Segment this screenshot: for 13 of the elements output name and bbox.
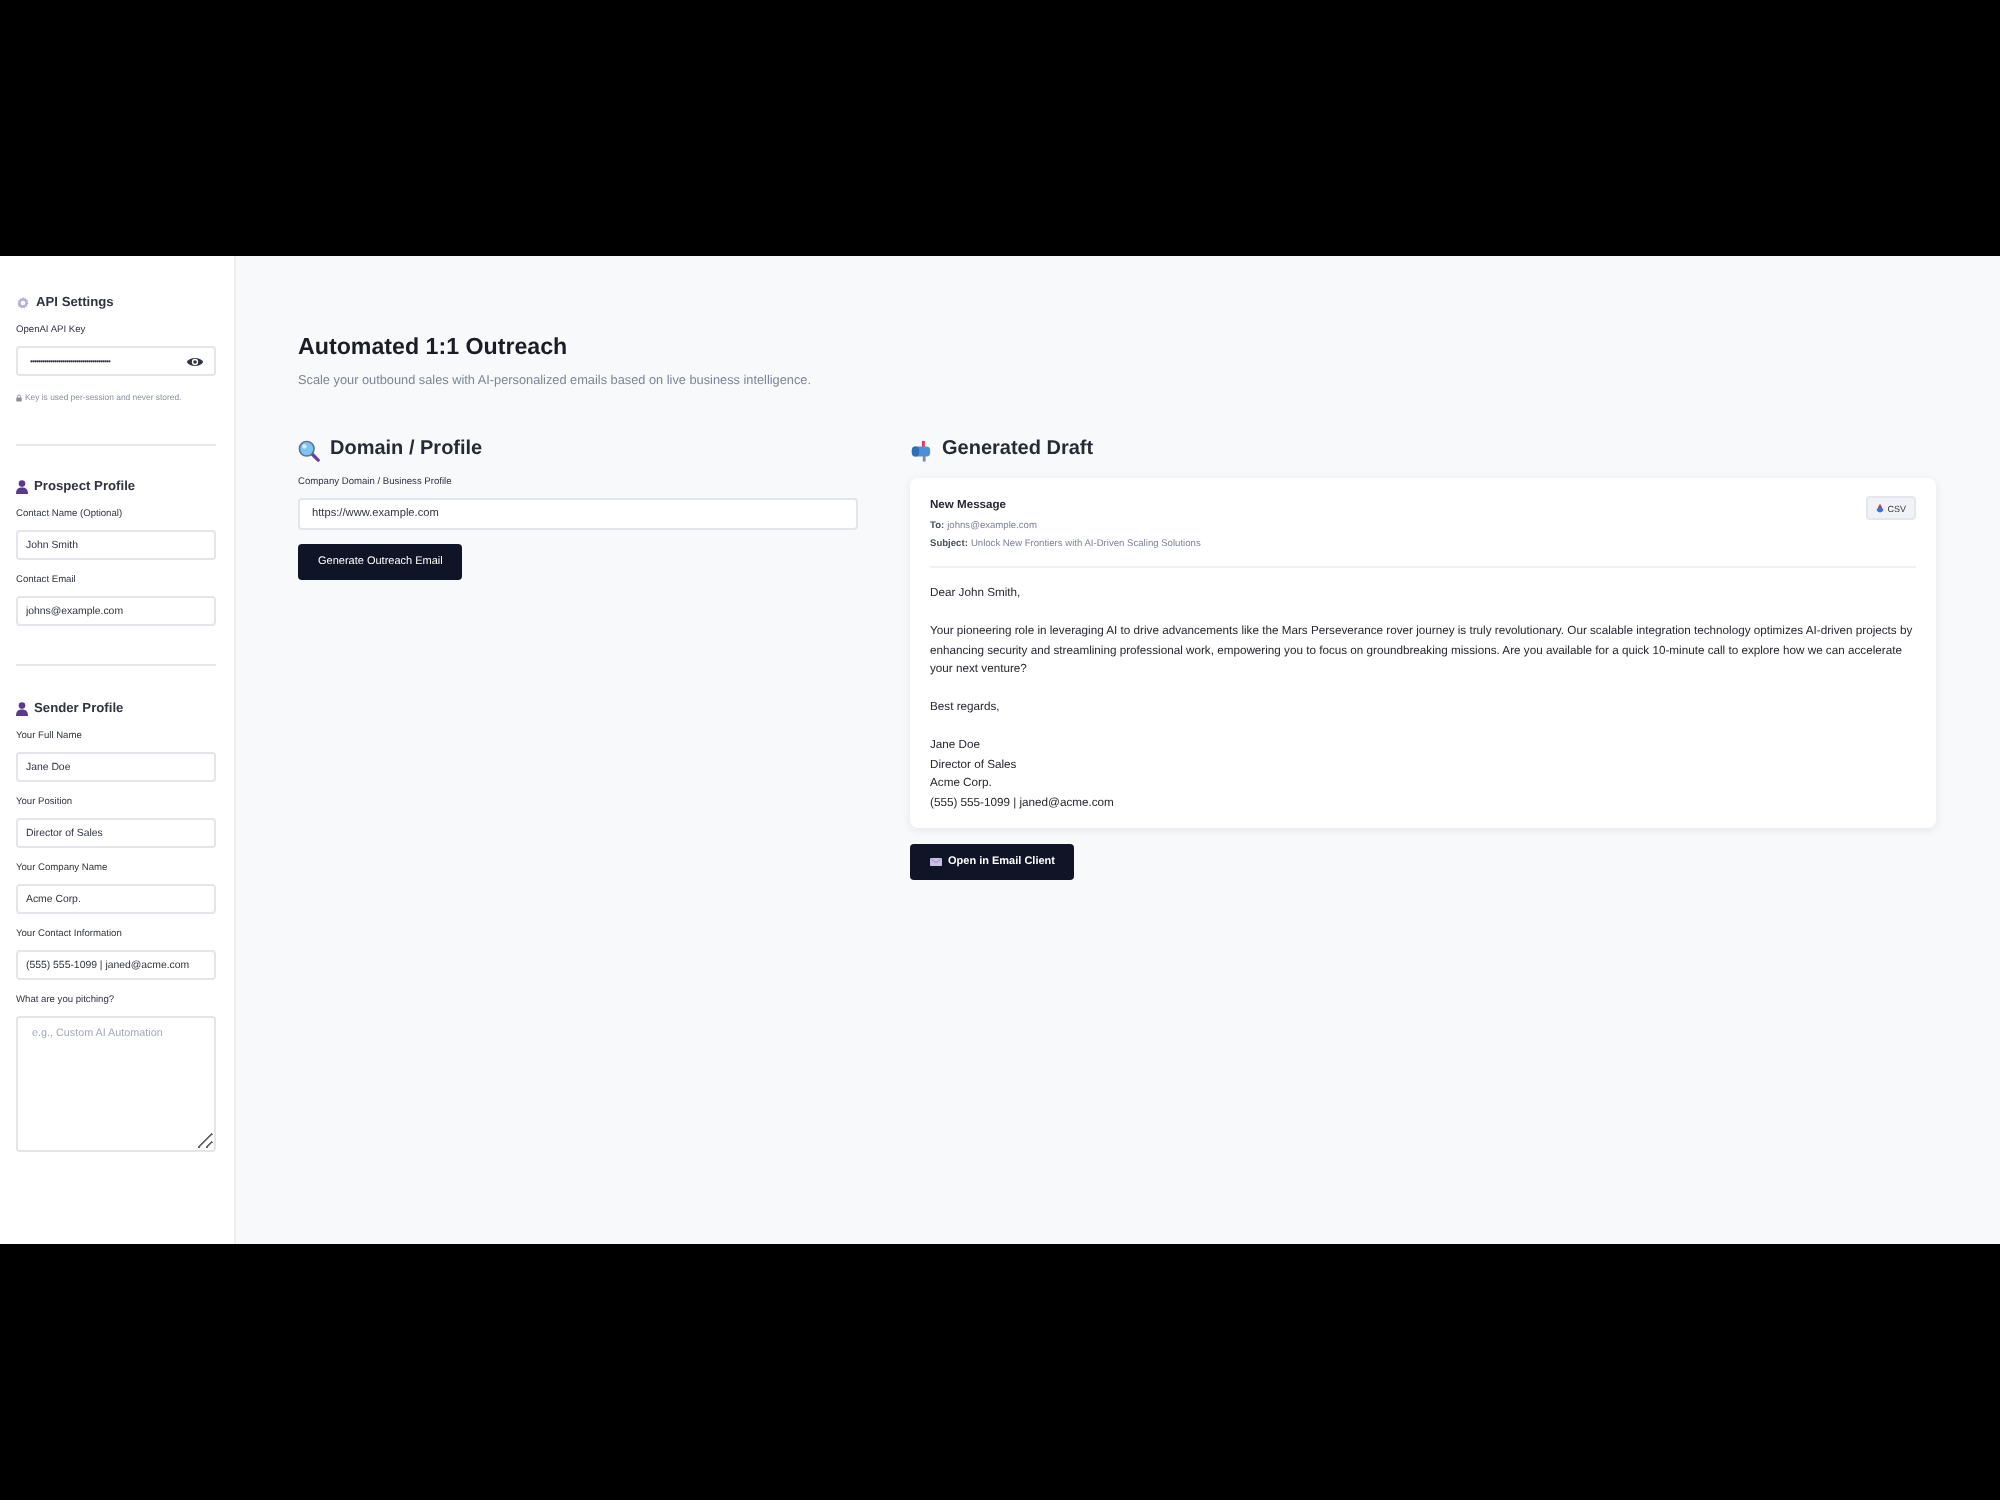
envelope-icon [930,858,942,866]
lock-icon [16,393,22,401]
search-icon [298,439,320,461]
gear-icon [16,295,30,309]
panel-title: Domain / Profile [330,436,483,464]
show-password-button[interactable] [186,355,204,367]
eye-icon [186,355,204,367]
person-icon [16,701,28,715]
person-icon [16,479,28,493]
drop-icon [1875,503,1884,513]
panel-title: Generated Draft [942,436,1094,464]
page-title: Automated 1:1 Outreach [298,332,570,364]
mailbox-icon [910,439,932,461]
